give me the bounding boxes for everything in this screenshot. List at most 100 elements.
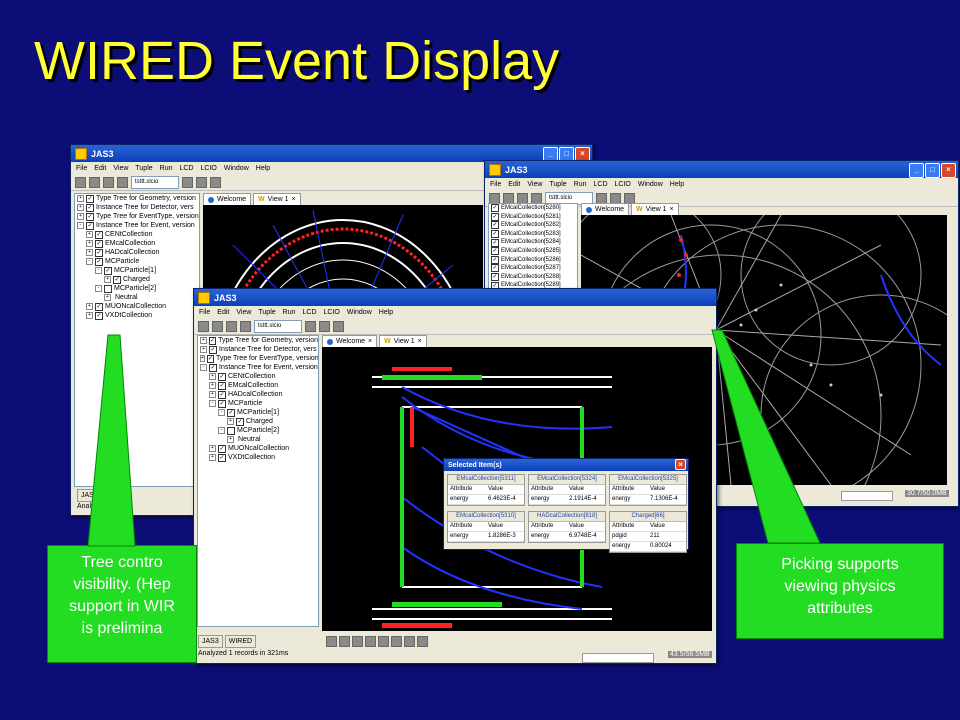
expand-icon[interactable]: + xyxy=(209,445,216,452)
tree-node[interactable]: + ✓ MUONcalCollection xyxy=(75,302,199,311)
visibility-checkbox[interactable]: ✓ xyxy=(491,212,499,221)
tree-node[interactable]: - ✓ Instance Tree for Event, version xyxy=(75,221,199,230)
visibility-checkbox[interactable]: ✓ xyxy=(218,399,226,408)
visibility-checkbox[interactable]: ✓ xyxy=(86,212,94,221)
visibility-checkbox[interactable]: ✓ xyxy=(95,230,103,239)
menu-file[interactable]: File xyxy=(76,165,87,172)
menu-lcio[interactable]: LCIO xyxy=(324,309,340,316)
expand-icon[interactable]: + xyxy=(227,418,234,425)
collapse-icon[interactable]: - xyxy=(200,364,207,371)
visibility-checkbox[interactable]: ✓ xyxy=(113,275,121,284)
collapse-icon[interactable]: - xyxy=(218,409,225,416)
bottom-tab-wired[interactable]: WIRED xyxy=(99,489,132,502)
page-icon[interactable] xyxy=(226,320,237,332)
visibility-checkbox[interactable]: ✓ xyxy=(218,372,226,381)
expand-icon[interactable]: + xyxy=(77,204,84,211)
list-item[interactable]: ✓ EMcalCollection[5288] xyxy=(489,273,577,282)
file-combo[interactable]: tsttt.slcio xyxy=(254,319,302,333)
visibility-checkbox[interactable]: ✓ xyxy=(491,273,499,282)
collapse-icon[interactable]: - xyxy=(77,222,84,229)
collapse-icon[interactable]: - xyxy=(209,400,216,407)
menu-tuple[interactable]: Tuple xyxy=(135,165,152,172)
close-tab-icon[interactable]: × xyxy=(670,204,674,215)
stop-icon[interactable] xyxy=(210,176,221,188)
visibility-checkbox[interactable]: ✓ xyxy=(206,354,214,363)
forward-icon[interactable] xyxy=(89,176,100,188)
run-icon[interactable] xyxy=(305,320,316,332)
list-item[interactable]: ✓ EMcalCollection[5281] xyxy=(489,212,577,222)
tree-node[interactable]: - ✓ MCParticle xyxy=(198,399,318,408)
tree-node[interactable]: - ✓ MCParticle xyxy=(75,257,199,266)
visibility-checkbox[interactable]: ✓ xyxy=(104,266,112,275)
visibility-checkbox[interactable] xyxy=(227,426,235,435)
bottom-tab-jas3[interactable]: JAS3 xyxy=(198,635,223,648)
stop-icon[interactable] xyxy=(624,192,635,204)
expand-icon[interactable]: + xyxy=(77,213,84,220)
tree-node[interactable]: + ✓ Instance Tree for Detector, vers xyxy=(198,345,318,354)
menu-lcd[interactable]: LCD xyxy=(594,181,608,188)
tree-node[interactable]: + ✓ HADcalCollection xyxy=(75,248,199,257)
tree-node[interactable]: - MCParticle[2] xyxy=(198,426,318,435)
forward-icon[interactable] xyxy=(212,320,223,332)
tree-node[interactable]: + ✓ CENtCollection xyxy=(198,372,318,381)
back-icon[interactable] xyxy=(489,192,500,204)
zoom-in-icon[interactable] xyxy=(326,635,337,647)
tree-node[interactable]: + ✓ Instance Tree for Detector, vers xyxy=(75,203,199,212)
menu-lcd[interactable]: LCD xyxy=(180,165,194,172)
expand-icon[interactable]: + xyxy=(227,436,234,443)
tree-node[interactable]: + ✓ Type Tree for Geometry, version xyxy=(75,194,199,203)
visibility-checkbox[interactable]: ✓ xyxy=(227,408,235,417)
menu-file[interactable]: File xyxy=(490,181,501,188)
menu-lcio[interactable]: LCIO xyxy=(615,181,631,188)
zoom-out-icon[interactable] xyxy=(339,635,350,647)
home-icon[interactable] xyxy=(240,320,251,332)
tree-node[interactable]: - MCParticle[2] xyxy=(75,284,199,293)
menu-edit[interactable]: Edit xyxy=(508,181,520,188)
tree-node[interactable]: - ✓ MCParticle[1] xyxy=(198,408,318,417)
tree-node[interactable]: + ✓ Type Tree for EventType, version xyxy=(198,354,318,363)
selected-items-dialog[interactable]: Selected Item(s) × EMcalCollection[5311]… xyxy=(443,458,689,553)
menu-run[interactable]: Run xyxy=(574,181,587,188)
menu-file[interactable]: File xyxy=(199,309,210,316)
tree-node[interactable]: + ✓ EMcalCollection xyxy=(198,381,318,390)
visibility-checkbox[interactable]: ✓ xyxy=(95,302,103,311)
expand-icon[interactable]: + xyxy=(200,346,207,353)
list-item[interactable]: ✓ EMcalCollection[5287] xyxy=(489,264,577,273)
dialog-titlebar[interactable]: Selected Item(s) × xyxy=(444,459,688,471)
menu-tuple[interactable]: Tuple xyxy=(549,181,566,188)
list-item[interactable]: ✓ EMcalCollection[5282] xyxy=(489,221,577,230)
expand-icon[interactable]: + xyxy=(77,195,84,202)
bottom-tab-wired[interactable]: WIRED xyxy=(224,635,257,648)
step-icon[interactable] xyxy=(196,176,207,188)
menu-view[interactable]: View xyxy=(236,309,251,316)
tree-node[interactable]: + ✓ HADcalCollection xyxy=(198,390,318,399)
visibility-checkbox[interactable]: ✓ xyxy=(86,221,94,230)
visibility-checkbox[interactable]: ✓ xyxy=(218,381,226,390)
expand-icon[interactable]: + xyxy=(104,294,111,301)
visibility-checkbox[interactable]: ✓ xyxy=(491,221,499,230)
list-item[interactable]: ✓ EMcalCollection[5283] xyxy=(489,230,577,239)
maximize-icon[interactable]: □ xyxy=(925,163,940,178)
tree-node[interactable]: + ✓ Charged xyxy=(75,275,199,284)
expand-icon[interactable]: + xyxy=(86,312,93,319)
collapse-icon[interactable]: - xyxy=(95,267,102,274)
collapse-icon[interactable]: - xyxy=(95,285,102,292)
tree-node[interactable]: - ✓ Instance Tree for Event, version xyxy=(198,363,318,372)
home-icon[interactable] xyxy=(117,176,128,188)
visibility-checkbox[interactable]: ✓ xyxy=(218,390,226,399)
close-tab-icon[interactable]: × xyxy=(418,336,422,347)
stop-icon[interactable] xyxy=(333,320,344,332)
visibility-checkbox[interactable]: ✓ xyxy=(95,311,103,320)
expand-icon[interactable]: + xyxy=(209,373,216,380)
tree-node[interactable]: + ✓ Type Tree for EventType, version xyxy=(75,212,199,221)
list-item[interactable]: ✓ EMcalCollection[5284] xyxy=(489,238,577,247)
menu-help[interactable]: Help xyxy=(256,165,270,172)
expand-icon[interactable]: + xyxy=(86,231,93,238)
tree-node[interactable]: + ✓ Charged xyxy=(198,417,318,426)
menu-edit[interactable]: Edit xyxy=(217,309,229,316)
visibility-checkbox[interactable]: ✓ xyxy=(95,239,103,248)
tree-node[interactable]: + Neutral xyxy=(198,435,318,444)
visibility-checkbox[interactable]: ✓ xyxy=(491,255,499,264)
visibility-checkbox[interactable]: ✓ xyxy=(491,247,499,256)
collapse-icon[interactable]: - xyxy=(86,258,93,265)
